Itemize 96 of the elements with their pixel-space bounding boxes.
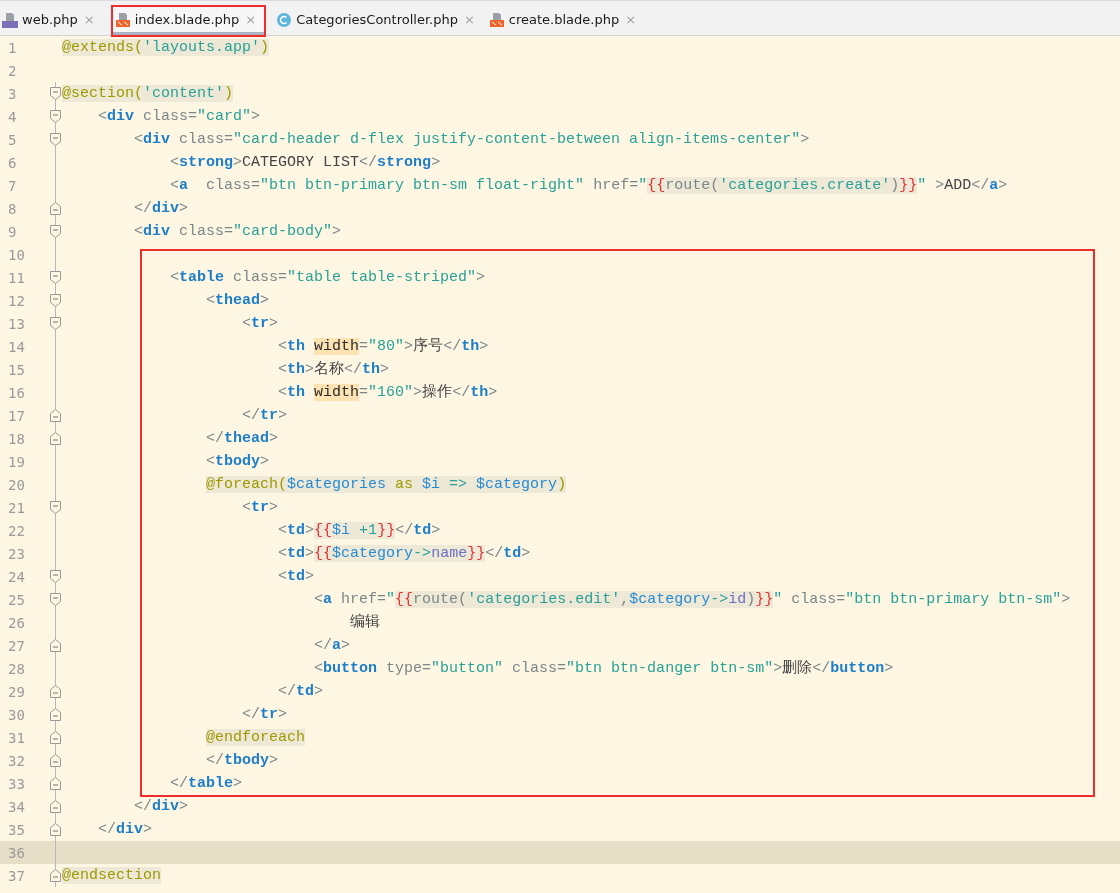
class-icon [276,11,293,28]
line-number: 5 [7,131,18,148]
line-number: 10 [7,246,26,263]
line-number: 34 [7,798,26,815]
line-number: 27 [7,637,26,654]
line-number: 25 [7,591,26,608]
line-number: 28 [7,660,26,677]
code-line: <div class="card"> [97,107,261,127]
fold-icon[interactable] [50,685,61,698]
code-line: <th width="80">序号</th> [277,336,489,357]
fold-icon[interactable] [50,501,61,514]
code-line: </table> [169,774,243,794]
line-number: 1 [7,39,18,56]
code-line: <button type="button" class="btn btn-danger btn-sm">删除</button> [313,659,894,679]
line-number: 9 [7,223,18,240]
blade-file-icon [488,11,505,28]
code-line: <th>名称</th> [277,360,390,380]
fold-icon[interactable] [50,271,61,284]
line-number: 15 [7,361,26,378]
code-line: <td>{{$i +1}}</td> [277,521,441,541]
code-line: <tbody> [205,452,270,472]
line-number: 37 [7,867,26,884]
fold-icon[interactable] [50,754,61,767]
line-number: 22 [7,522,26,539]
line-number: 3 [7,85,18,102]
fold-icon[interactable] [50,570,61,583]
code-line: <tr> [241,498,279,518]
fold-icon[interactable] [50,294,61,307]
line-number: 16 [7,384,26,401]
code-line: <strong>CATEGORY LIST</strong> [169,153,441,173]
line-number: 31 [7,729,26,746]
line-number: 12 [7,292,26,309]
fold-icon[interactable] [50,225,61,238]
fold-icon[interactable] [50,800,61,813]
code-line: 编辑 [349,612,381,633]
line-number: 6 [7,154,18,171]
line-number: 13 [7,315,26,332]
code-line: <tr> [241,314,279,334]
line-number: 19 [7,453,26,470]
fold-icon[interactable] [50,823,61,836]
fold-icon[interactable] [50,409,61,422]
line-number: 14 [7,338,26,355]
fold-icon[interactable] [50,708,61,721]
editor-tab[interactable]: CategoriesController.php × [274,7,483,35]
line-number: 32 [7,752,26,769]
line-number: 18 [7,430,26,447]
fold-icon[interactable] [50,639,61,652]
line-number: 23 [7,545,26,562]
editor-tab[interactable]: create.blade.php × [486,7,645,35]
line-number: 24 [7,568,26,585]
code-line: <thead> [205,291,270,311]
fold-icon[interactable] [50,317,61,330]
code-line: <td>{{$category->name}}</td> [277,544,531,564]
fold-icon[interactable] [50,87,61,100]
line-number: 30 [7,706,26,723]
code-line: <div class="card-body"> [133,222,342,242]
editor-tab[interactable]: index.blade.php × [112,7,265,35]
line-number: 35 [7,821,26,838]
code-line: </a> [313,636,351,656]
line-number: 7 [7,177,18,194]
code-line: <th width="160">操作</th> [277,383,498,403]
line-number: 17 [7,407,26,424]
fold-icon[interactable] [50,110,61,123]
code-line: </tr> [241,406,288,426]
fold-icon[interactable] [50,432,61,445]
line-number: 11 [7,269,26,286]
fold-icon[interactable] [50,731,61,744]
code-line: </thead> [205,429,279,449]
fold-icon[interactable] [50,869,61,882]
fold-icon[interactable] [50,777,61,790]
code-line: <div class="card-header d-flex justify-content-between align-items-center"> [133,130,810,150]
code-line: <a href="{{route('categories.edit',$category->id)}}" class="btn btn-primary btn-sm"> [313,590,1071,610]
code-line: </td> [277,682,324,702]
fold-icon[interactable] [50,133,61,146]
line-number: 21 [7,499,26,516]
code-line: <td> [277,567,315,587]
line-number: 36 [7,844,26,861]
code-line: </div> [133,199,189,219]
blade-file-icon [114,11,131,28]
php-file-icon [2,11,18,28]
fold-icon[interactable] [50,202,61,215]
code-line: <a class="btn btn-primary btn-sm float-right" href="{{route('categories.create')}}" >ADD</a> [169,176,1008,196]
line-number: 29 [7,683,26,700]
line-number: 33 [7,775,26,792]
editor-tab[interactable]: web.php × [0,7,103,35]
line-number: 2 [7,62,18,79]
code-line: </tbody> [205,751,279,771]
line-number: 8 [7,200,18,217]
code-line: </div> [97,820,153,840]
code-line: </tr> [241,705,288,725]
line-number: 26 [7,614,26,631]
line-number: 20 [7,476,26,493]
code-line: <table class="table table-striped"> [169,268,486,288]
code-line: </div> [133,797,189,817]
fold-icon[interactable] [50,593,61,606]
line-number: 4 [7,108,18,125]
